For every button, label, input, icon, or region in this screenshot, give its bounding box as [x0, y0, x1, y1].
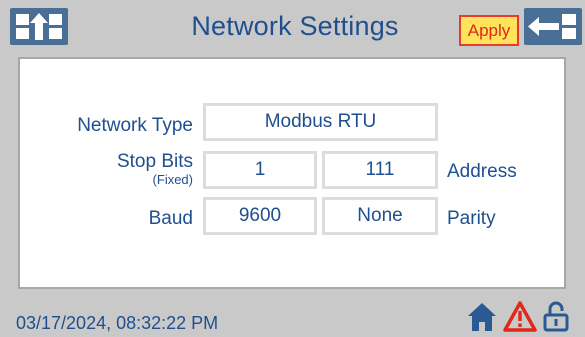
parity-label: Parity	[447, 208, 496, 229]
baud-label: Baud	[148, 208, 193, 229]
address-label: Address	[447, 161, 517, 182]
network-type-field[interactable]: Modbus RTU	[203, 103, 438, 141]
warning-icon[interactable]	[503, 300, 537, 337]
apply-button[interactable]: Apply	[459, 15, 519, 46]
back-arrow-icon	[528, 14, 576, 39]
timestamp: 03/17/2024, 08:32:22 PM	[16, 313, 219, 333]
stop-bits-fixed-note: (Fixed)	[152, 172, 193, 187]
back-button[interactable]	[524, 8, 582, 45]
swap-up-icon	[16, 13, 62, 40]
address-field[interactable]: 111	[322, 151, 438, 189]
stop-bits-field: 1	[203, 151, 317, 189]
unlock-icon[interactable]	[541, 300, 571, 337]
header-bar: Network Settings Apply	[0, 0, 585, 52]
stop-bits-label: Stop Bits	[116, 151, 193, 172]
network-type-label: Network Type	[77, 115, 193, 136]
home-icon[interactable]	[467, 300, 497, 337]
screen-switch-button[interactable]	[10, 8, 68, 45]
page-title: Network Settings	[191, 11, 399, 41]
parity-field[interactable]: None	[322, 197, 438, 235]
baud-field[interactable]: 9600	[203, 197, 317, 235]
